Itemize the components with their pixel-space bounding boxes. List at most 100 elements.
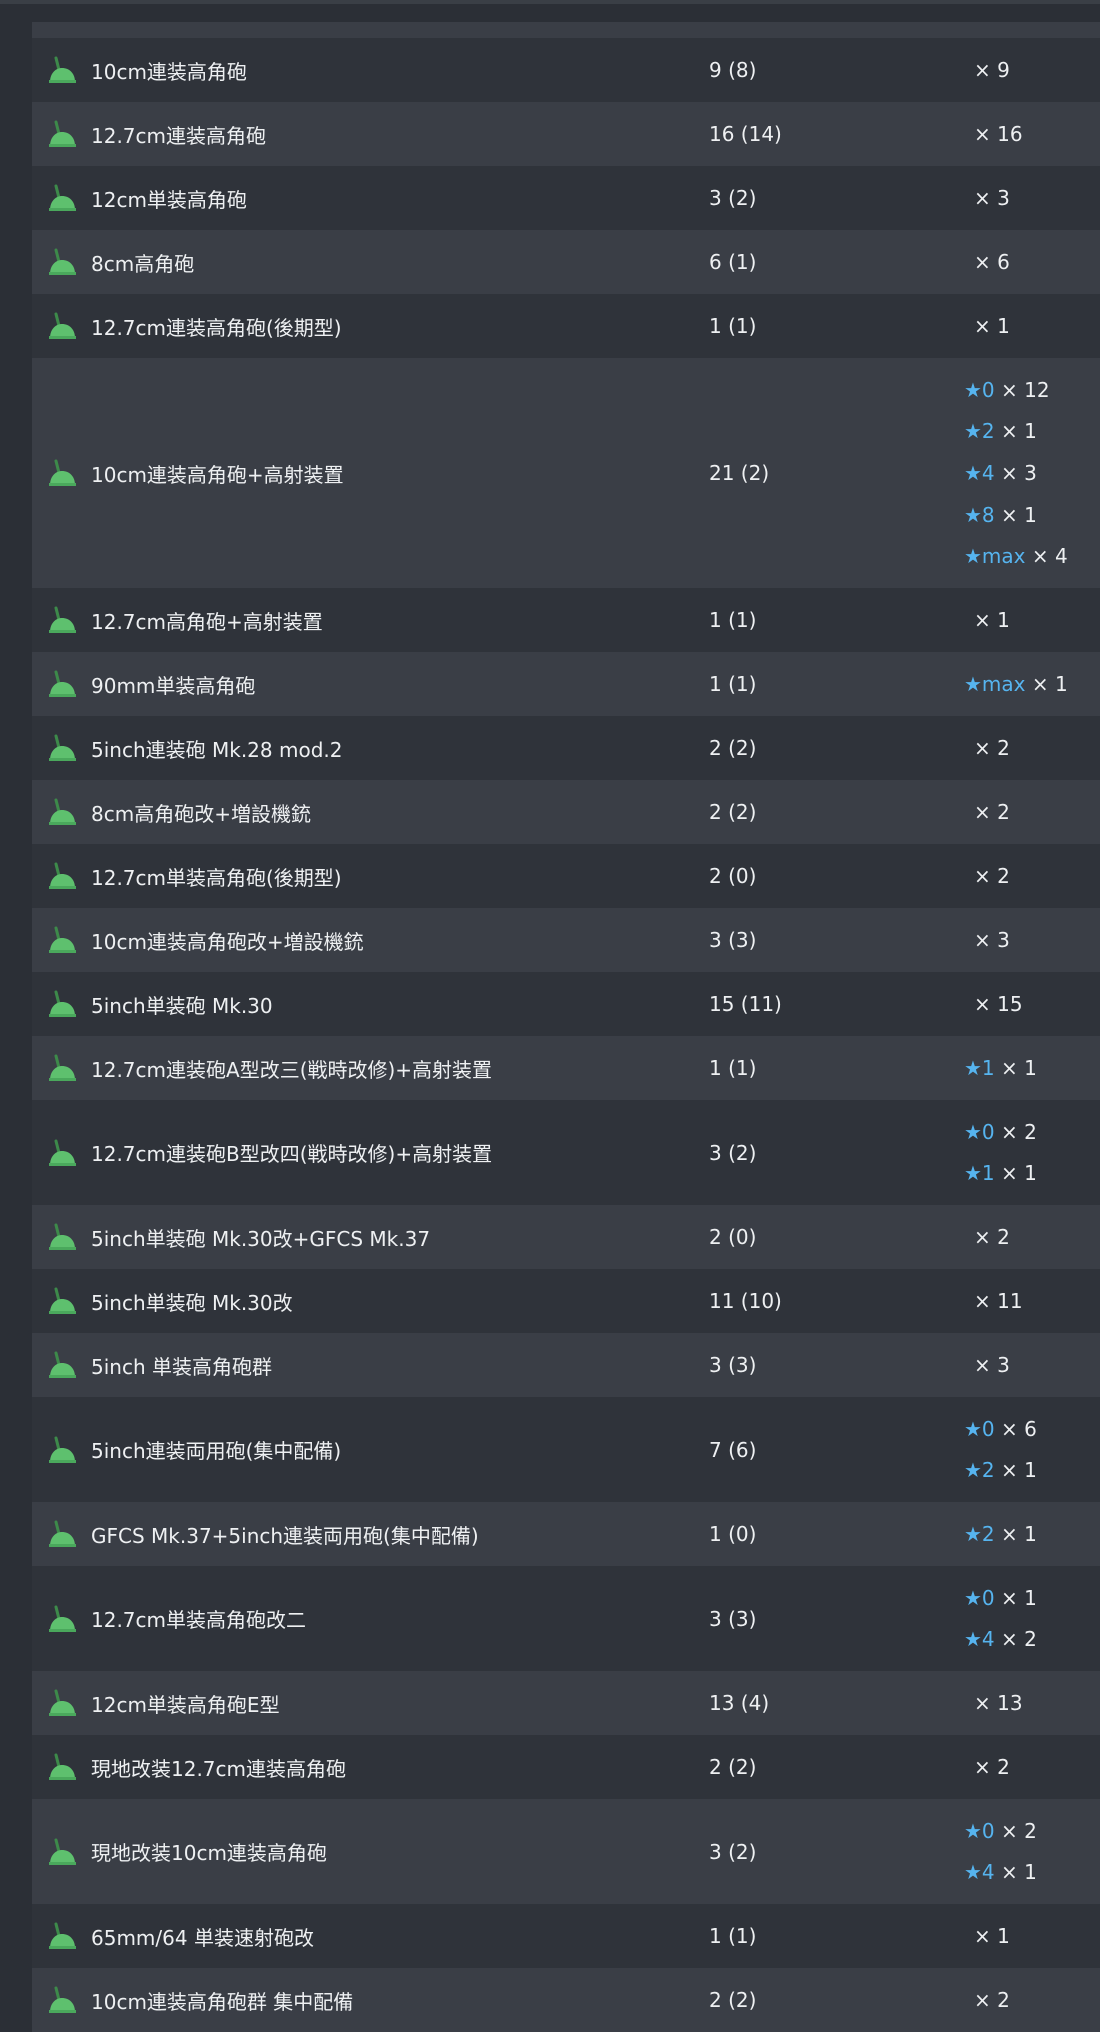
improvement-level: × 2 [964,1746,1010,1788]
improvement-level: × 1 [964,599,1010,641]
equipment-count: 3 (2) [709,186,757,210]
improvement-levels: ★0 × 12 ★2 × 1 ★4 × 3 ★8 × 1 ★max × 4 [964,358,1068,588]
equipment-count: 6 (1) [709,250,757,274]
improvement-levels: ★2 × 1 [964,1502,1037,1566]
equipment-count: 15 (11) [709,992,782,1016]
improvement-levels: × 2 [964,1205,1010,1269]
improvement-level: ★2 × 1 [964,1513,1037,1555]
equipment-name: 5inch単装砲 Mk.30 [91,993,273,1018]
quantity: × 12 [1001,377,1050,402]
aa-gun-icon [47,989,77,1019]
equipment-name: 現地改装10cm連装高角砲 [91,1841,327,1865]
aa-gun-icon [47,1435,77,1465]
quantity: × 15 [974,992,1023,1016]
table-row: 10cm連装高角砲群 集中配備 2 (2) × 2 [32,1968,1100,2032]
aa-gun-icon [47,861,77,891]
star-level: ★4 [964,1627,995,1652]
aa-gun-icon [47,1985,77,2015]
table-row: 12.7cm連装砲A型改三(戦時改修)+高射装置 1 (1) ★1 × 1 [32,1036,1100,1100]
table-row: 8cm高角砲 6 (1) × 6 [32,230,1100,294]
aa-gun-icon [47,605,77,635]
equipment-name: 5inch 単装高角砲群 [91,1354,272,1379]
improvement-levels: × 9 [964,38,1010,102]
equipment-count: 1 (1) [709,672,757,696]
improvement-level: ★1 × 1 [964,1047,1037,1089]
quantity: × 1 [1001,1161,1037,1186]
star-level: ★8 [964,502,995,527]
improvement-levels: × 2 [964,780,1010,844]
improvement-levels: × 16 [964,102,1023,166]
equipment-count: 2 (2) [709,1988,757,2012]
star-level: ★0 [964,1119,995,1144]
quantity: × 1 [974,314,1010,338]
improvement-level: × 16 [964,113,1023,155]
improvement-levels: × 2 [964,716,1010,780]
quantity: × 1 [974,608,1010,632]
table-row: 12.7cm連装高角砲(後期型) 1 (1) × 1 [32,294,1100,358]
equipment-count: 1 (1) [709,1924,757,1948]
improvement-level: ★0 × 2 [964,1810,1037,1852]
quantity: × 2 [1001,1818,1037,1843]
aa-gun-icon [47,247,77,277]
improvement-levels: × 15 [964,972,1023,1036]
quantity: × 6 [1001,1416,1037,1441]
improvement-levels: × 6 [964,230,1010,294]
equipment-count: 2 (2) [709,1755,757,1779]
equipment-name: 10cm連装高角砲 [91,59,247,84]
equipment-name: 65mm/64 単装速射砲改 [91,1925,314,1950]
table-row: 12cm単装高角砲 3 (2) × 3 [32,166,1100,230]
improvement-level: × 11 [964,1280,1023,1322]
equipment-table: 10cm連装高角砲 9 (8) × 9 12.7cm連装高角砲 16 (14) × 16 1… [32,22,1100,2032]
quantity: × 11 [974,1289,1023,1313]
table-row: 12.7cm連装砲B型改四(戦時改修)+高射装置 3 (2) ★0 × 2 ★1 × … [32,1100,1100,1205]
improvement-levels: ★0 × 6 ★2 × 1 [964,1397,1037,1502]
equipment-name: 12.7cm高角砲+高射装置 [91,609,323,634]
improvement-level: ★0 × 6 [964,1408,1037,1450]
table-row: 12cm単装高角砲E型 13 (4) × 13 [32,1671,1100,1735]
equipment-count: 9 (8) [709,58,757,82]
equipment-name: 5inch単装砲 Mk.30改 [91,1290,293,1315]
quantity: × 1 [1031,672,1068,696]
equipment-name: 5inch連装砲 Mk.28 mod.2 [91,737,343,762]
improvement-levels: × 2 [964,1968,1010,2032]
improvement-levels: × 3 [964,166,1010,230]
improvement-levels: × 2 [964,1735,1010,1799]
equipment-count: 11 (10) [709,1289,782,1313]
improvement-level: × 15 [964,983,1023,1025]
aa-gun-icon [47,119,77,149]
equipment-name: 8cm高角砲 [91,251,195,276]
aa-gun-icon [47,733,77,763]
star-level: ★0 [964,1416,995,1441]
quantity: × 2 [974,800,1010,824]
aa-gun-icon [47,1688,77,1718]
equipment-count: 1 (1) [709,608,757,632]
equipment-count: 2 (2) [709,800,757,824]
improvement-level: × 1 [964,305,1010,347]
star-level: ★2 [964,419,995,444]
quantity: × 2 [1001,1119,1037,1144]
improvement-level: ★max × 4 [964,535,1068,577]
table-row: 5inch 単装高角砲群 3 (3) × 3 [32,1333,1100,1397]
improvement-level: × 9 [964,49,1010,91]
improvement-level: × 3 [964,177,1010,219]
equipment-count: 3 (3) [709,1353,757,1377]
equipment-name: 12.7cm連装砲A型改三(戦時改修)+高射装置 [91,1057,493,1082]
quantity: × 3 [974,186,1010,210]
equipment-count: 16 (14) [709,122,782,146]
quantity: × 2 [1001,1627,1037,1652]
improvement-level: × 3 [964,919,1010,961]
equipment-name: 5inch連装両用砲(集中配備) [91,1439,342,1463]
table-row: 現地改装12.7cm連装高角砲 2 (2) × 2 [32,1735,1100,1799]
aa-gun-icon [47,1222,77,1252]
equipment-name: 12.7cm連装高角砲(後期型) [91,315,342,340]
improvement-level: × 2 [964,1979,1010,2021]
improvement-level: ★4 × 2 [964,1619,1037,1661]
improvement-level: ★max × 1 [964,663,1068,705]
quantity: × 1 [1001,1860,1037,1885]
star-level: ★0 [964,1818,995,1843]
improvement-level: × 13 [964,1682,1023,1724]
star-level: ★2 [964,1522,995,1546]
improvement-levels: × 2 [964,844,1010,908]
table-row: 5inch単装砲 Mk.30改 11 (10) × 11 [32,1269,1100,1333]
table-top-strip [32,22,1100,38]
